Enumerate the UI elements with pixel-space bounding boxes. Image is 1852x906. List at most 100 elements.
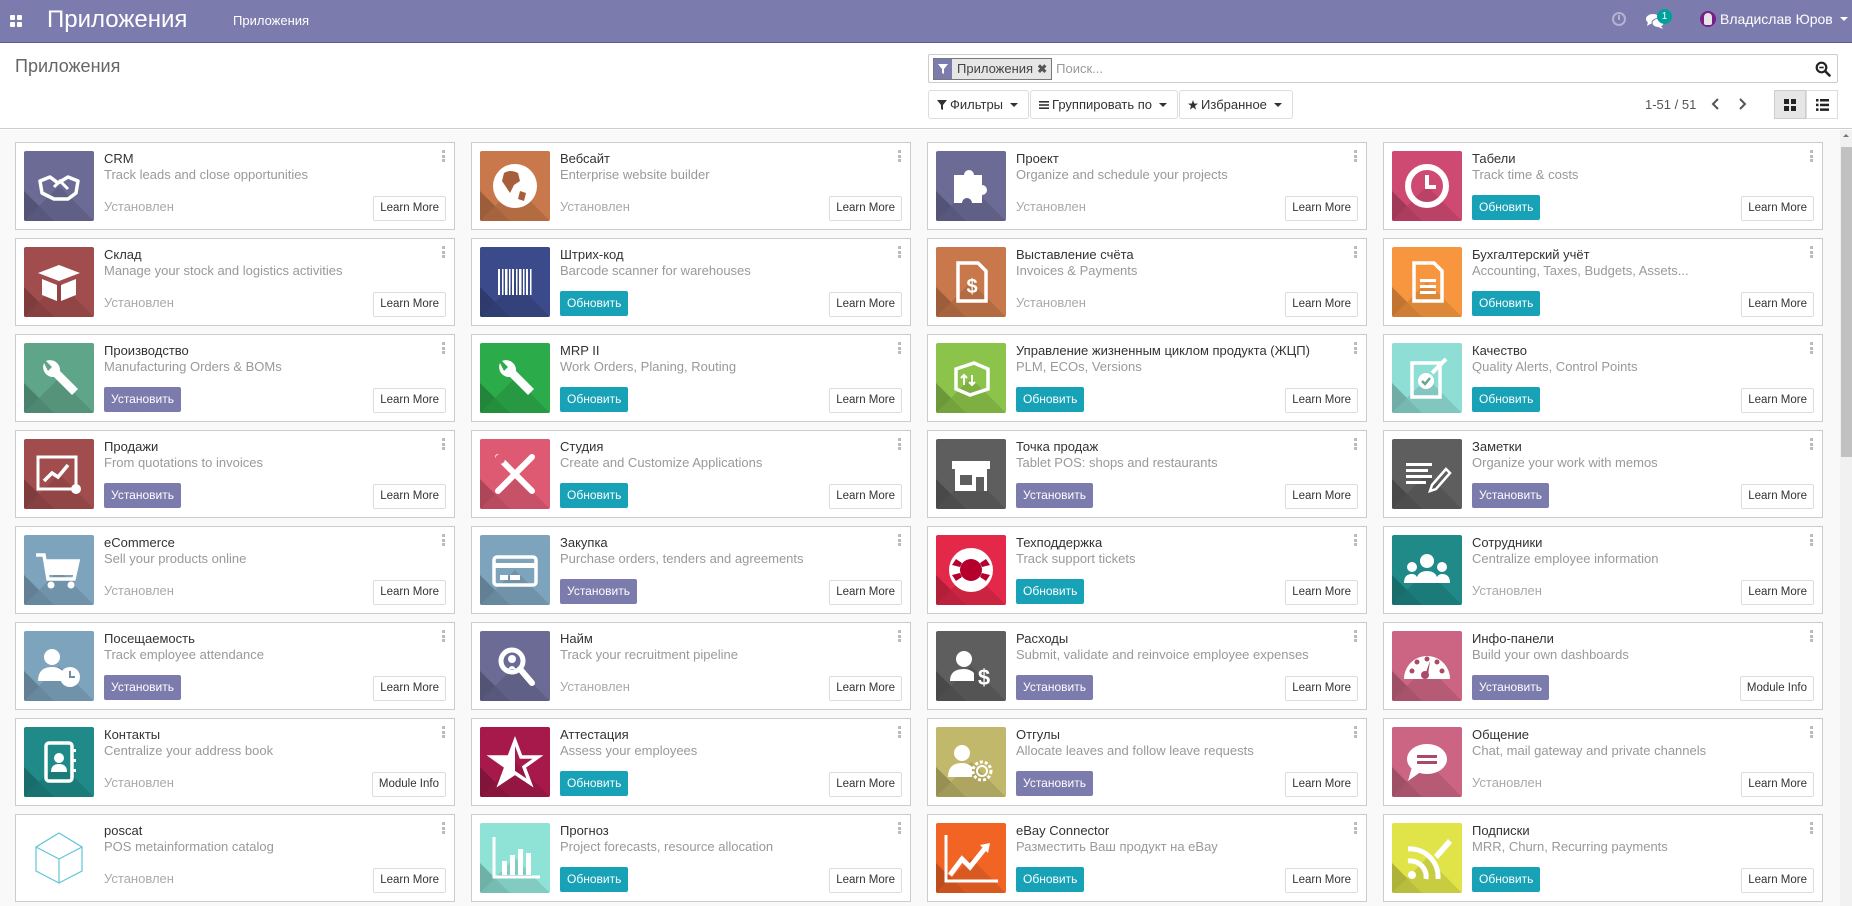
learn-more-button[interactable]: Learn More (829, 868, 902, 893)
kebab-menu-icon[interactable] (442, 150, 446, 162)
learn-more-button[interactable]: Learn More (829, 484, 902, 509)
app-name[interactable]: Производство (104, 343, 189, 358)
gauge-icon[interactable] (1392, 631, 1462, 701)
install-button[interactable]: Установить (1472, 675, 1549, 700)
filters-dropdown[interactable]: Фильтры (928, 90, 1030, 119)
app-name[interactable]: Выставление счёта (1016, 247, 1134, 262)
learn-more-button[interactable]: Learn More (373, 676, 446, 701)
kebab-menu-icon[interactable] (1354, 438, 1358, 450)
pager-value[interactable]: 1-51 / 51 (1645, 97, 1696, 112)
upgrade-button[interactable]: Обновить (560, 483, 629, 508)
cube-arrows-icon[interactable] (936, 343, 1006, 413)
credit-card-icon[interactable] (480, 535, 550, 605)
tools-icon[interactable] (480, 439, 550, 509)
handshake-icon[interactable] (24, 151, 94, 221)
kebab-menu-icon[interactable] (1354, 630, 1358, 642)
upgrade-button[interactable]: Обновить (1472, 387, 1541, 412)
app-name[interactable]: Штрих-код (560, 247, 624, 262)
app-card[interactable]: Прогноз Project forecasts, resource allo… (471, 814, 911, 902)
app-name[interactable]: Расходы (1016, 631, 1068, 646)
learn-more-button[interactable]: Learn More (1741, 772, 1814, 797)
app-card[interactable]: Вебсайт Enterprise website builder Устан… (471, 142, 911, 230)
app-switcher-icon[interactable] (10, 15, 22, 27)
kebab-menu-icon[interactable] (442, 726, 446, 738)
kebab-menu-icon[interactable] (898, 630, 902, 642)
app-name[interactable]: Проект (1016, 151, 1059, 166)
app-card[interactable]: Аттестация Assess your employees Обновит… (471, 718, 911, 806)
puzzle-icon[interactable] (936, 151, 1006, 221)
search-icon[interactable] (1815, 61, 1831, 77)
invoice-icon[interactable]: $ (936, 247, 1006, 317)
kebab-menu-icon[interactable] (442, 534, 446, 546)
kebab-menu-icon[interactable] (1354, 150, 1358, 162)
upgrade-button[interactable]: Обновить (1472, 195, 1541, 220)
facet-remove-icon[interactable]: ✖ (1037, 62, 1051, 76)
kebab-menu-icon[interactable] (442, 822, 446, 834)
install-button[interactable]: Установить (104, 483, 181, 508)
clipboard-check-icon[interactable] (1392, 343, 1462, 413)
note-pencil-icon[interactable] (1392, 439, 1462, 509)
kebab-menu-icon[interactable] (1810, 630, 1814, 642)
app-name[interactable]: Продажи (104, 439, 158, 454)
chevron-left-icon[interactable] (1708, 96, 1724, 112)
app-card[interactable]: eBay Connector Разместить Ваш продукт на… (927, 814, 1367, 902)
upgrade-button[interactable]: Обновить (560, 771, 629, 796)
upgrade-button[interactable]: Обновить (560, 387, 629, 412)
learn-more-button[interactable]: Learn More (1285, 772, 1358, 797)
box-icon[interactable] (24, 247, 94, 317)
kebab-menu-icon[interactable] (1810, 726, 1814, 738)
app-card[interactable]: Подписки MRR, Churn, Recurring payments … (1383, 814, 1823, 902)
app-card[interactable]: Проект Organize and schedule your projec… (927, 142, 1367, 230)
app-card[interactable]: CRM Track leads and close opportunities … (15, 142, 455, 230)
learn-more-button[interactable]: Learn More (1741, 484, 1814, 509)
kebab-menu-icon[interactable] (1354, 534, 1358, 546)
kebab-menu-icon[interactable] (1354, 342, 1358, 354)
kebab-menu-icon[interactable] (1810, 246, 1814, 258)
learn-more-button[interactable]: Learn More (373, 196, 446, 221)
kebab-menu-icon[interactable] (1810, 438, 1814, 450)
learn-more-button[interactable]: Learn More (829, 772, 902, 797)
app-card[interactable]: Производство Manufacturing Orders & BOMs… (15, 334, 455, 422)
learn-more-button[interactable]: Learn More (373, 580, 446, 605)
kebab-menu-icon[interactable] (898, 342, 902, 354)
upgrade-button[interactable]: Обновить (560, 291, 629, 316)
install-button[interactable]: Установить (104, 387, 181, 412)
scrollbar-thumb[interactable] (1841, 147, 1852, 457)
learn-more-button[interactable]: Learn More (829, 580, 902, 605)
barcode-icon[interactable] (480, 247, 550, 317)
app-name[interactable]: poscat (104, 823, 142, 838)
learn-more-button[interactable]: Learn More (373, 388, 446, 413)
cart-icon[interactable] (24, 535, 94, 605)
learn-more-button[interactable]: Learn More (1741, 868, 1814, 893)
install-button[interactable]: Установить (560, 579, 637, 604)
module-info-button[interactable]: Module Info (1739, 676, 1814, 701)
kebab-menu-icon[interactable] (898, 534, 902, 546)
app-card[interactable]: Посещаемость Track employee attendance У… (15, 622, 455, 710)
app-card[interactable]: Качество Quality Alerts, Control Points … (1383, 334, 1823, 422)
learn-more-button[interactable]: Learn More (373, 484, 446, 509)
app-name[interactable]: Точка продаж (1016, 439, 1098, 454)
kebab-menu-icon[interactable] (442, 438, 446, 450)
cube-outline-icon[interactable] (24, 823, 94, 893)
star-icon[interactable] (480, 727, 550, 797)
kebab-menu-icon[interactable] (898, 438, 902, 450)
app-card[interactable]: Отгулы Allocate leaves and follow leave … (927, 718, 1367, 806)
install-button[interactable]: Установить (1016, 675, 1093, 700)
learn-more-button[interactable]: Learn More (829, 676, 902, 701)
kebab-menu-icon[interactable] (1810, 150, 1814, 162)
chevron-right-icon[interactable] (1734, 96, 1750, 112)
list-view-button[interactable] (1806, 90, 1838, 119)
app-name[interactable]: eBay Connector (1016, 823, 1109, 838)
kebab-menu-icon[interactable] (1354, 726, 1358, 738)
app-name[interactable]: Бухгалтерский учёт (1472, 247, 1590, 262)
chat-bubble-icon[interactable] (1392, 727, 1462, 797)
app-name[interactable]: MRP II (560, 343, 600, 358)
install-button[interactable]: Установить (104, 675, 181, 700)
learn-more-button[interactable]: Learn More (1285, 388, 1358, 413)
app-card[interactable]: Склад Manage your stock and logistics ac… (15, 238, 455, 326)
learn-more-button[interactable]: Learn More (1285, 196, 1358, 221)
kebab-menu-icon[interactable] (442, 630, 446, 642)
kebab-menu-icon[interactable] (898, 726, 902, 738)
module-info-button[interactable]: Module Info (371, 772, 446, 797)
user-clock-icon[interactable] (24, 631, 94, 701)
